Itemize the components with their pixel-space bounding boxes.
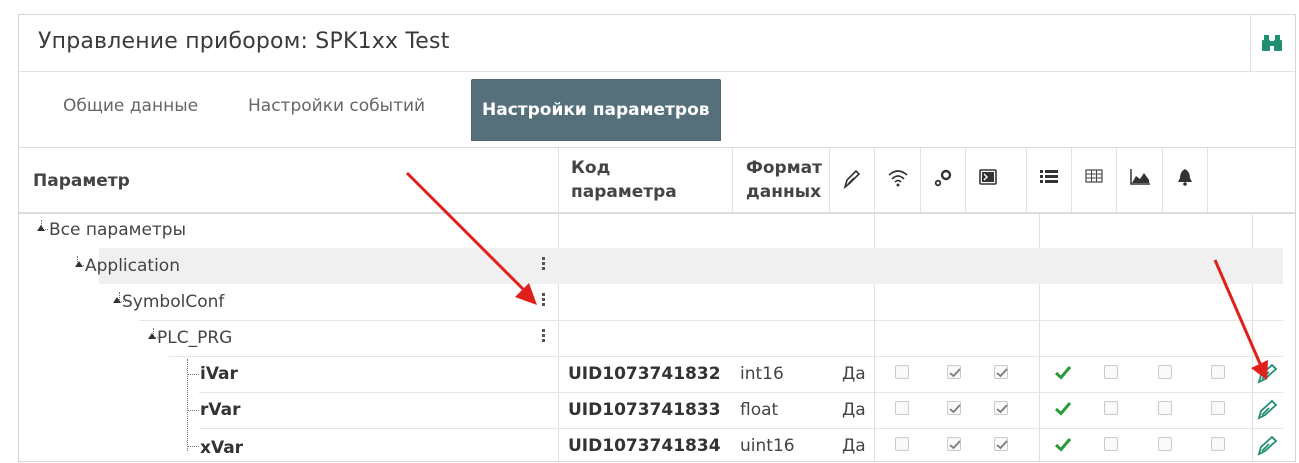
editable-flag: Да bbox=[842, 436, 866, 456]
parameter-code: UID1073741834 bbox=[568, 436, 721, 456]
tab-events[interactable]: Настройки событий bbox=[248, 96, 425, 116]
checkbox-list[interactable] bbox=[1055, 401, 1071, 416]
tree-connector bbox=[187, 374, 199, 375]
column-header-bell[interactable] bbox=[1162, 148, 1207, 212]
table-row[interactable]: iVar UID1073741832 int16 Да bbox=[19, 356, 1295, 392]
data-format: float bbox=[740, 400, 779, 420]
checkbox-table[interactable] bbox=[1104, 365, 1118, 379]
code-header-line1: Код bbox=[571, 158, 611, 178]
table-row[interactable]: rVar UID1073741833 float Да bbox=[19, 392, 1295, 428]
checkbox-terminal[interactable] bbox=[994, 365, 1008, 379]
edit-icon bbox=[843, 169, 861, 190]
column-header-terminal[interactable] bbox=[965, 148, 1010, 212]
column-header-table[interactable] bbox=[1071, 148, 1116, 212]
table-header: Параметр Код параметра Формат данных bbox=[19, 147, 1295, 214]
title-bar: Управление прибором: SPK1xx Test bbox=[19, 15, 1295, 72]
table-icon bbox=[1085, 169, 1103, 183]
column-header-edit[interactable] bbox=[829, 148, 874, 212]
bell-icon bbox=[1178, 169, 1192, 186]
tree-row-root[interactable]: Все параметры bbox=[19, 212, 1295, 248]
checkbox-wifi[interactable] bbox=[895, 437, 909, 451]
column-header-chart[interactable] bbox=[1116, 148, 1162, 212]
tree-row-plc-prg[interactable]: PLC_PRG bbox=[19, 320, 1295, 356]
binoculars-icon bbox=[1262, 35, 1282, 51]
variable-name: iVar bbox=[200, 364, 238, 384]
tree-label-plc-prg: PLC_PRG bbox=[157, 328, 233, 348]
more-options-icon[interactable] bbox=[542, 329, 546, 344]
checkbox-chart[interactable] bbox=[1158, 365, 1172, 379]
checkbox-list[interactable] bbox=[1055, 365, 1071, 380]
editable-flag: Да bbox=[842, 400, 866, 420]
checkbox-gears[interactable] bbox=[947, 437, 961, 451]
column-header-gears[interactable] bbox=[920, 148, 965, 212]
collapse-icon[interactable] bbox=[148, 333, 156, 339]
column-header-code[interactable]: Код параметра bbox=[558, 148, 731, 212]
area-chart-icon bbox=[1130, 169, 1150, 185]
wifi-icon bbox=[888, 170, 908, 187]
annotation-arrow bbox=[405, 171, 537, 305]
variable-name: rVar bbox=[200, 400, 241, 420]
checkbox-terminal[interactable] bbox=[994, 437, 1008, 451]
collapse-icon[interactable] bbox=[75, 261, 83, 267]
checkbox-bell[interactable] bbox=[1211, 401, 1225, 415]
checkbox-table[interactable] bbox=[1104, 401, 1118, 415]
edit-icon[interactable] bbox=[1256, 434, 1278, 456]
editable-flag: Да bbox=[842, 364, 866, 384]
checkbox-chart[interactable] bbox=[1158, 437, 1172, 451]
tree-label-symbolconf: SymbolConf bbox=[122, 292, 225, 312]
column-header-spacer bbox=[1207, 148, 1295, 212]
checkbox-table[interactable] bbox=[1104, 437, 1118, 451]
checkbox-chart[interactable] bbox=[1158, 401, 1172, 415]
format-header-line1: Формат bbox=[746, 158, 822, 178]
gears-icon bbox=[934, 169, 952, 187]
collapse-icon[interactable] bbox=[37, 225, 45, 231]
column-header-parameter[interactable]: Параметр bbox=[33, 170, 130, 192]
tree-label-root: Все параметры bbox=[49, 220, 187, 240]
checkbox-bell[interactable] bbox=[1211, 437, 1225, 451]
device-management-panel: Управление прибором: SPK1xx Test Общие д… bbox=[18, 14, 1296, 462]
checkbox-gears[interactable] bbox=[947, 401, 961, 415]
tree-label-application: Application bbox=[85, 256, 180, 276]
checkbox-wifi[interactable] bbox=[895, 365, 909, 379]
terminal-icon bbox=[979, 169, 997, 185]
checkbox-wifi[interactable] bbox=[895, 401, 909, 415]
data-format: uint16 bbox=[740, 436, 795, 456]
variable-name: xVar bbox=[200, 438, 244, 458]
tree-row-application[interactable]: Application bbox=[75, 248, 1283, 284]
checkbox-terminal[interactable] bbox=[994, 401, 1008, 415]
column-header-wifi[interactable] bbox=[874, 148, 920, 212]
parameter-code: UID1073741833 bbox=[568, 400, 721, 420]
collapse-icon[interactable] bbox=[113, 297, 121, 303]
annotation-arrow bbox=[1213, 259, 1268, 380]
checkbox-list[interactable] bbox=[1055, 437, 1071, 452]
checkbox-gears[interactable] bbox=[947, 365, 961, 379]
code-header-line2: параметра bbox=[571, 182, 677, 202]
edit-icon[interactable] bbox=[1256, 398, 1278, 420]
tab-bar: Общие данные Настройки событий Настройки… bbox=[19, 72, 1295, 152]
tab-general[interactable]: Общие данные bbox=[63, 96, 198, 116]
list-icon bbox=[1040, 170, 1058, 183]
search-button[interactable] bbox=[1250, 15, 1295, 71]
tree-connector bbox=[187, 410, 199, 411]
format-header-line2: данных bbox=[746, 182, 822, 202]
tree-connector bbox=[187, 446, 199, 447]
page-title: Управление прибором: SPK1xx Test bbox=[38, 29, 450, 54]
column-header-list[interactable] bbox=[1026, 148, 1071, 212]
parameter-code: UID1073741832 bbox=[568, 364, 721, 384]
column-header-format[interactable]: Формат данных bbox=[732, 148, 829, 212]
table-row[interactable]: xVar UID1073741834 uint16 Да bbox=[19, 428, 1295, 461]
tab-parameters[interactable]: Настройки параметров bbox=[471, 79, 721, 141]
tree-row-symbolconf[interactable]: SymbolConf bbox=[19, 284, 1295, 320]
data-format: int16 bbox=[740, 364, 784, 384]
